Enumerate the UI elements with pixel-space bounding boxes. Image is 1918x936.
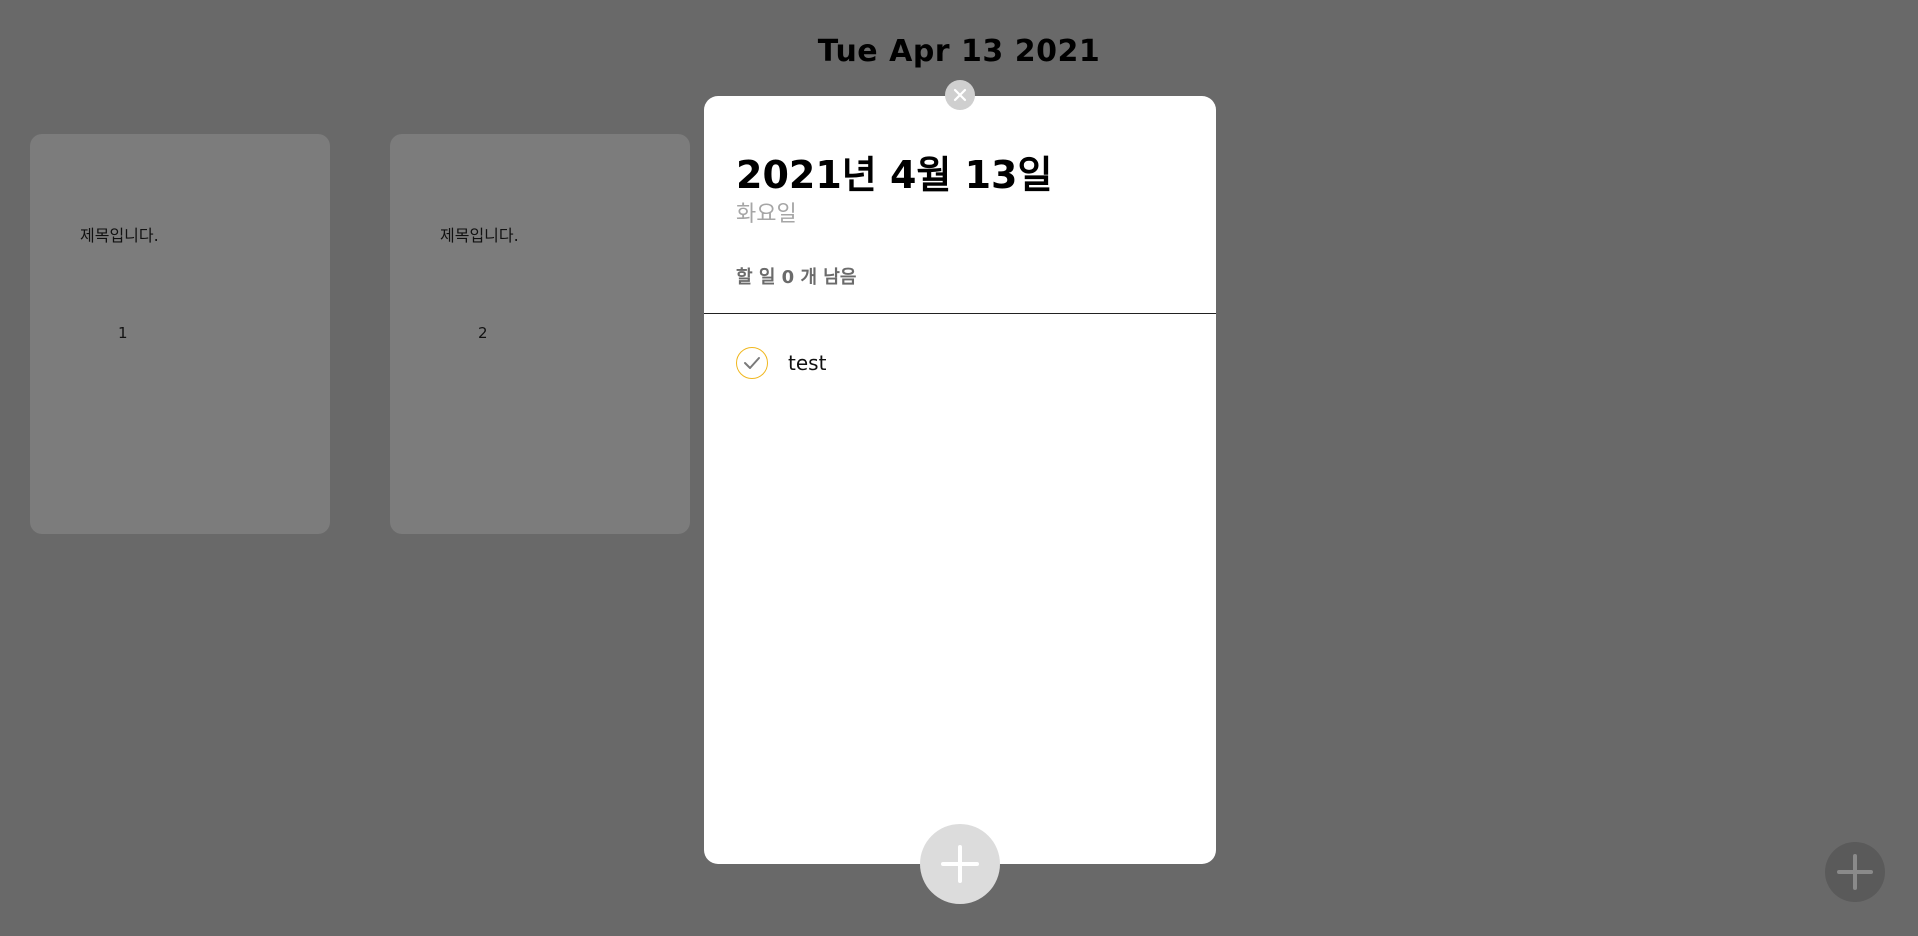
todo-checkbox[interactable]	[736, 347, 768, 379]
close-icon	[953, 88, 967, 102]
page-date-heading: Tue Apr 13 2021	[817, 34, 1101, 69]
note-card[interactable]: 제목입니다. 1	[30, 134, 330, 534]
remaining-tasks-count: 할 일 0 개 남음	[736, 267, 857, 288]
note-card-title: 제목입니다.	[440, 226, 519, 245]
todo-item[interactable]: test	[736, 345, 1176, 381]
modal-weekday: 화요일	[736, 202, 797, 227]
plus-icon	[941, 845, 979, 883]
todo-modal: 2021년 4월 13일 화요일 할 일 0 개 남음 test	[704, 96, 1216, 864]
note-card-number: 1	[118, 324, 128, 342]
modal-divider	[704, 313, 1216, 314]
note-card-number: 2	[478, 324, 488, 342]
note-card[interactable]: 제목입니다. 2	[390, 134, 690, 534]
note-card-title: 제목입니다.	[80, 226, 159, 245]
add-todo-button[interactable]	[920, 824, 1000, 904]
add-note-button[interactable]	[1825, 842, 1885, 902]
plus-icon	[1837, 854, 1873, 890]
todo-text: test	[788, 351, 827, 375]
check-icon	[744, 357, 760, 369]
modal-close-button[interactable]	[945, 80, 975, 110]
modal-date-title: 2021년 4월 13일	[736, 153, 1053, 197]
